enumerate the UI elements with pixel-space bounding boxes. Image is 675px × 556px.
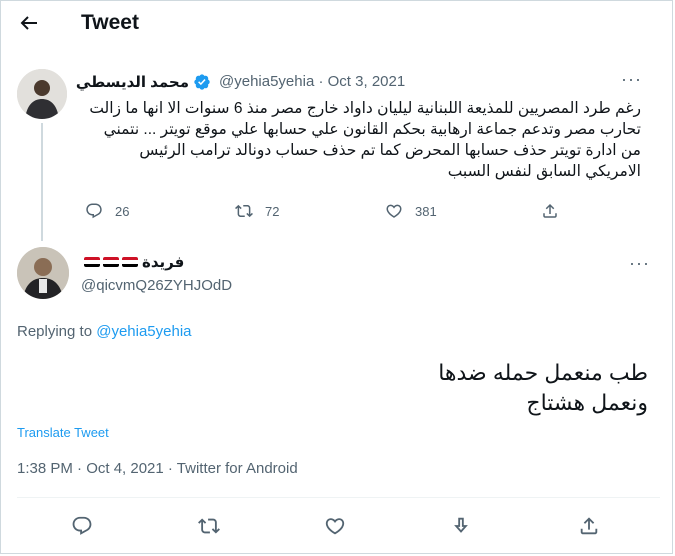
egypt-flag-icon bbox=[103, 257, 119, 267]
like-button[interactable] bbox=[324, 515, 346, 537]
more-icon[interactable]: ··· bbox=[621, 69, 642, 90]
more-icon[interactable]: ··· bbox=[629, 253, 650, 274]
reply-button[interactable] bbox=[71, 515, 93, 537]
reply-text-line: ونعمل هشتاج bbox=[526, 390, 648, 415]
divider bbox=[17, 497, 660, 498]
retweet-icon bbox=[198, 518, 220, 534]
egypt-flag-icon bbox=[84, 257, 100, 267]
reply-author-row: فريدة bbox=[81, 253, 184, 271]
translate-tweet-link[interactable]: Translate Tweet bbox=[17, 425, 109, 440]
like-count: 381 bbox=[415, 203, 437, 219]
page-title: Tweet bbox=[81, 11, 139, 34]
replying-to: Replying to @yehia5yehia bbox=[17, 323, 192, 340]
tweet-actions: 26 72 381 bbox=[1, 202, 675, 222]
retweet-button[interactable] bbox=[198, 515, 220, 537]
reply-tweet-actions bbox=[1, 515, 675, 539]
author-name[interactable]: محمد الديسطي bbox=[76, 73, 189, 91]
avatar[interactable] bbox=[17, 247, 69, 299]
tweet-page: Tweet محمد الديسطي @yehia5yehia · Oct 3,… bbox=[0, 0, 673, 554]
header: Tweet bbox=[1, 1, 675, 49]
avatar[interactable] bbox=[17, 69, 67, 119]
tweet-timestamp[interactable]: 1:38 PM · Oct 4, 2021 · Twitter for Andr… bbox=[17, 460, 298, 477]
author-handle[interactable]: @yehia5yehia bbox=[219, 73, 314, 90]
downvote-icon bbox=[454, 517, 468, 533]
reply-tweet-text: طب منعمل حمله ضدها ونعمل هشتاج bbox=[438, 358, 648, 418]
replying-to-link[interactable]: @yehia5yehia bbox=[96, 323, 191, 340]
retweet-action[interactable]: 72 bbox=[235, 202, 279, 220]
reply-icon bbox=[86, 203, 102, 219]
reply-author-name[interactable]: فريدة bbox=[142, 253, 184, 271]
share-icon bbox=[580, 517, 598, 535]
share-icon bbox=[543, 203, 557, 218]
thread-line bbox=[41, 123, 43, 241]
downvote-button[interactable] bbox=[450, 515, 472, 537]
reply-action[interactable]: 26 bbox=[85, 202, 129, 220]
share-button[interactable] bbox=[578, 515, 600, 537]
tweet-meta: @yehia5yehia · Oct 3, 2021 bbox=[219, 73, 406, 90]
like-action[interactable]: 381 bbox=[385, 202, 437, 220]
verified-badge-icon bbox=[193, 73, 211, 91]
retweet-icon bbox=[235, 204, 253, 218]
reply-count: 26 bbox=[115, 203, 130, 219]
retweet-count: 72 bbox=[265, 203, 280, 219]
share-action[interactable] bbox=[541, 202, 559, 220]
tweet-author-row: محمد الديسطي @yehia5yehia · Oct 3, 2021 bbox=[76, 73, 641, 93]
back-arrow-icon[interactable] bbox=[17, 11, 41, 35]
reply-author-handle[interactable]: @qicvmQ26ZYHJOdD bbox=[81, 277, 232, 294]
egypt-flag-icon bbox=[122, 257, 138, 267]
reply-text-line: طب منعمل حمله ضدها bbox=[438, 360, 648, 385]
replying-prefix: Replying to bbox=[17, 323, 93, 340]
tweet-text: رغم طرد المصريين للمذيعة اللبنانية ليليا… bbox=[89, 100, 641, 180]
reply-icon bbox=[72, 516, 92, 535]
like-icon bbox=[325, 518, 345, 535]
like-icon bbox=[386, 204, 402, 218]
tweet-date[interactable]: Oct 3, 2021 bbox=[328, 73, 406, 90]
